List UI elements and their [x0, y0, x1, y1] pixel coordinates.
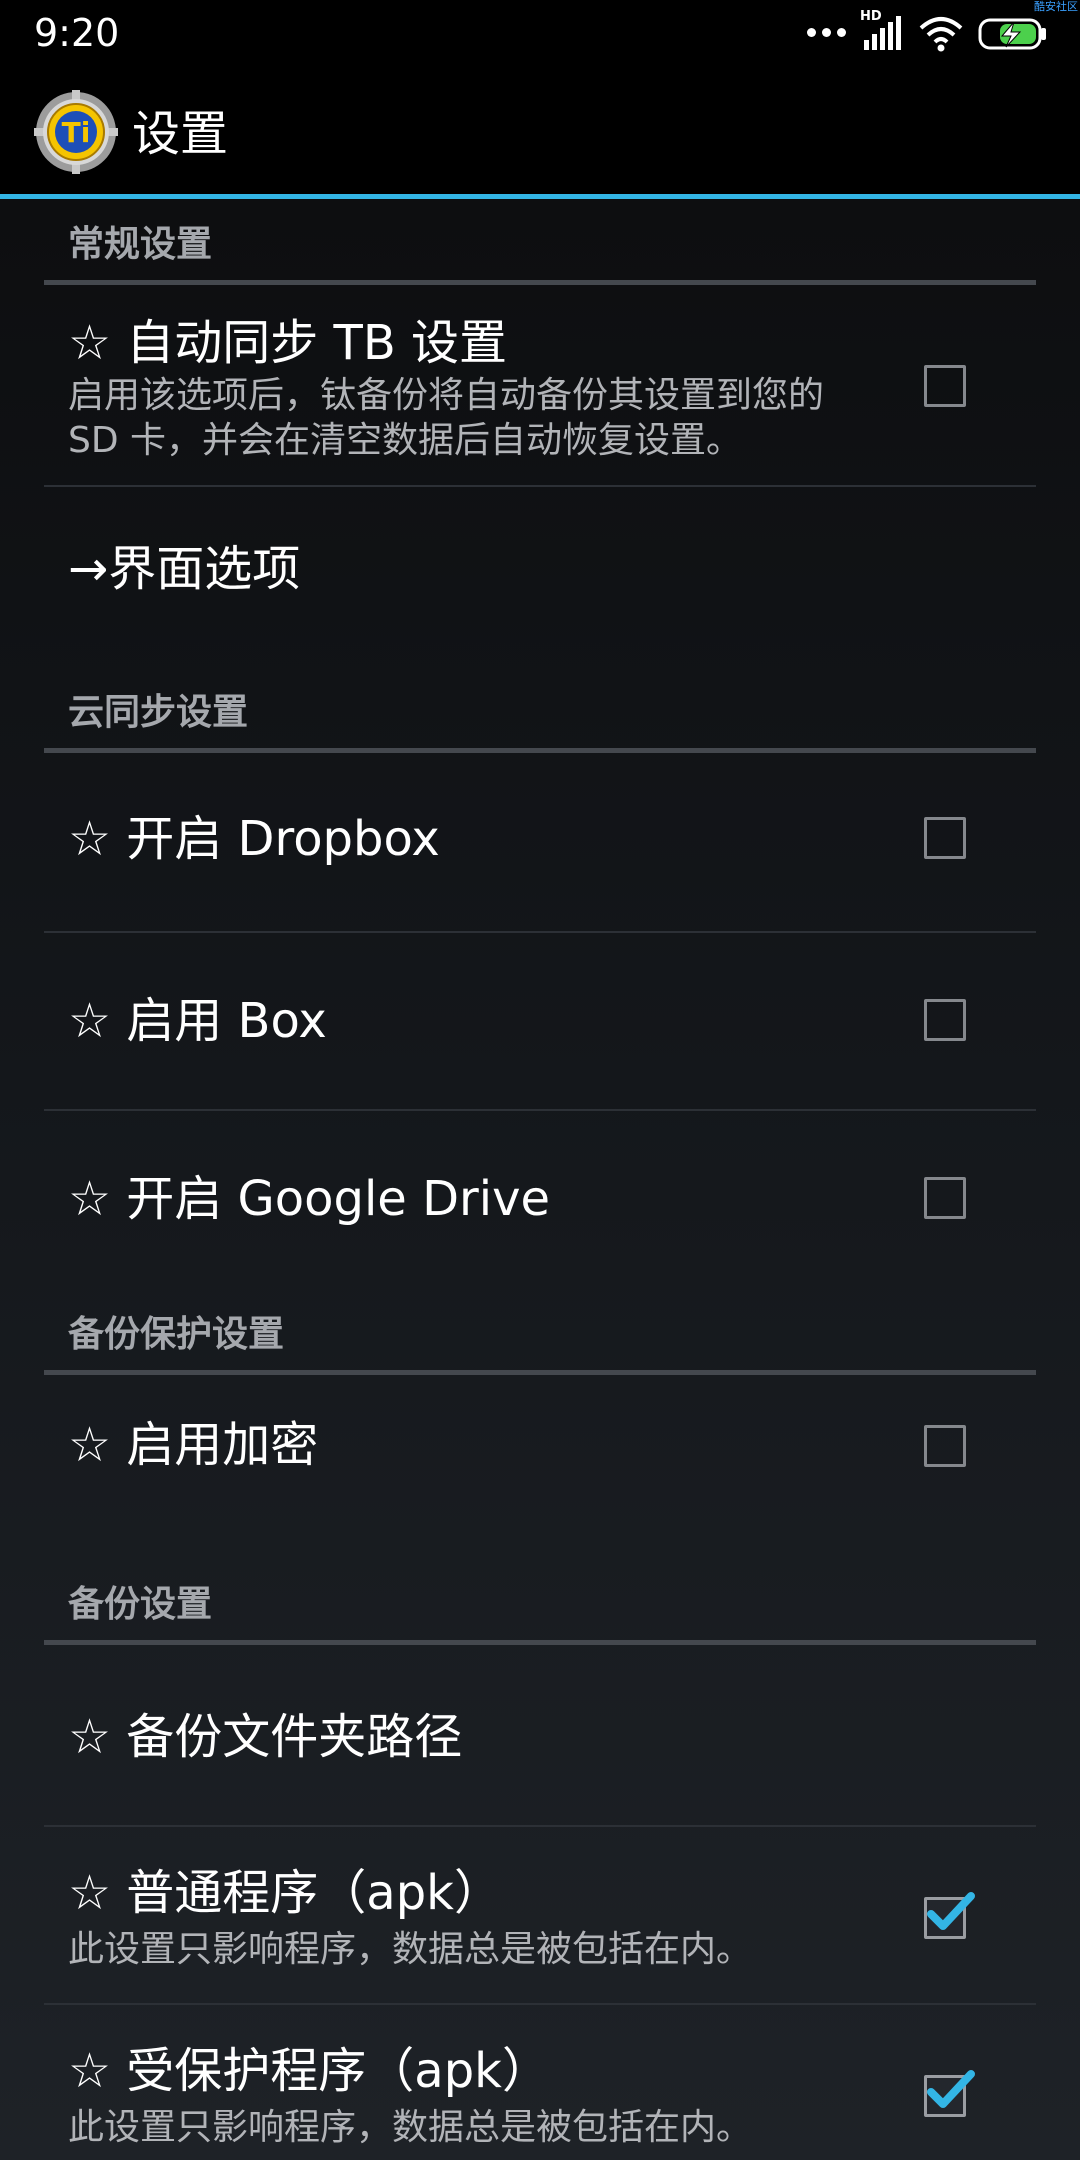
section-header-general: 常规设置	[44, 199, 1036, 285]
checkmark-icon	[927, 2070, 975, 2108]
pref-summary: 启用该选项后，钛备份将自动备份其设置到您的 SD 卡，并会在清空数据后自动恢复设…	[68, 375, 825, 461]
pref-google-drive[interactable]: ☆ 开启 Google Drive	[44, 1111, 1036, 1289]
pref-title: ☆ 自动同步 TB 设置	[68, 315, 508, 371]
pref-interface-options[interactable]: →界面选项	[44, 487, 1036, 657]
page-title: 设置	[132, 106, 229, 162]
checkbox-google-drive[interactable]	[924, 1177, 966, 1219]
pref-title: ☆ 受保护程序（apk）	[68, 2043, 550, 2099]
battery-charging-icon	[978, 18, 1046, 50]
section-header-label: 备份设置	[68, 1584, 213, 1625]
watermark: 酷安社区	[1034, 0, 1078, 13]
checkbox-box[interactable]	[924, 999, 966, 1041]
section-header-label: 常规设置	[68, 224, 213, 265]
pref-auto-sync-tb-settings[interactable]: ☆ 自动同步 TB 设置 启用该选项后，钛备份将自动备份其设置到您的 SD 卡，…	[44, 285, 1036, 487]
pref-title: ☆ 开启 Google Drive	[68, 1171, 551, 1227]
pref-title: ☆ 启用加密	[68, 1417, 319, 1473]
pref-title: ☆ 备份文件夹路径	[68, 1709, 463, 1765]
section-header-label: 云同步设置	[68, 692, 249, 733]
titanium-backup-icon[interactable]: Ti	[34, 90, 118, 174]
settings-screen: 9:20 HD 酷安社区 Ti 设置 常规设置 ☆ 自动同步 TB 设置 启用该…	[0, 0, 1080, 2160]
status-icons: HD	[807, 10, 1048, 54]
pref-title: ☆ 普通程序（apk）	[68, 1865, 502, 1921]
wifi-icon	[919, 17, 963, 52]
pref-title: ☆ 启用 Box	[68, 993, 327, 1049]
checkbox-dropbox[interactable]	[924, 817, 966, 859]
more-dots-icon	[807, 14, 846, 54]
section-header-backup: 备份设置	[44, 1555, 1036, 1645]
pref-title: →界面选项	[68, 541, 301, 597]
pref-summary: 此设置只影响程序，数据总是被包括在内。	[68, 2107, 753, 2148]
checkbox-encryption[interactable]	[924, 1425, 966, 1467]
pref-summary: 此设置只影响程序，数据总是被包括在内。	[68, 1929, 753, 1970]
pref-encryption[interactable]: ☆ 启用加密	[44, 1375, 1036, 1555]
pref-protected-apps-apk[interactable]: ☆ 受保护程序（apk） 此设置只影响程序，数据总是被包括在内。	[44, 2005, 1036, 2160]
status-time: 9:20	[34, 11, 120, 55]
pref-dropbox[interactable]: ☆ 开启 Dropbox	[44, 753, 1036, 933]
checkbox-protected-apps[interactable]	[924, 2070, 975, 2117]
app-icon-text: Ti	[62, 116, 91, 149]
action-bar: Ti 设置	[0, 66, 1080, 194]
checkmark-icon	[927, 1892, 975, 1930]
section-header-label: 备份保护设置	[68, 1314, 285, 1355]
section-header-cloud-sync: 云同步设置	[44, 657, 1036, 753]
checkbox-normal-apps[interactable]	[924, 1892, 975, 1939]
checkbox-auto-sync[interactable]	[924, 365, 966, 407]
pref-box[interactable]: ☆ 启用 Box	[44, 933, 1036, 1111]
preference-list[interactable]: 常规设置 ☆ 自动同步 TB 设置 启用该选项后，钛备份将自动备份其设置到您的 …	[0, 199, 1080, 2160]
pref-backup-folder-path[interactable]: ☆ 备份文件夹路径	[44, 1645, 1036, 1827]
section-header-backup-protection: 备份保护设置	[44, 1289, 1036, 1375]
signal-icon: HD	[860, 10, 904, 54]
pref-normal-apps-apk[interactable]: ☆ 普通程序（apk） 此设置只影响程序，数据总是被包括在内。	[44, 1827, 1036, 2005]
pref-title: ☆ 开启 Dropbox	[68, 811, 440, 867]
status-bar: 9:20 HD 酷安社区	[0, 0, 1080, 66]
